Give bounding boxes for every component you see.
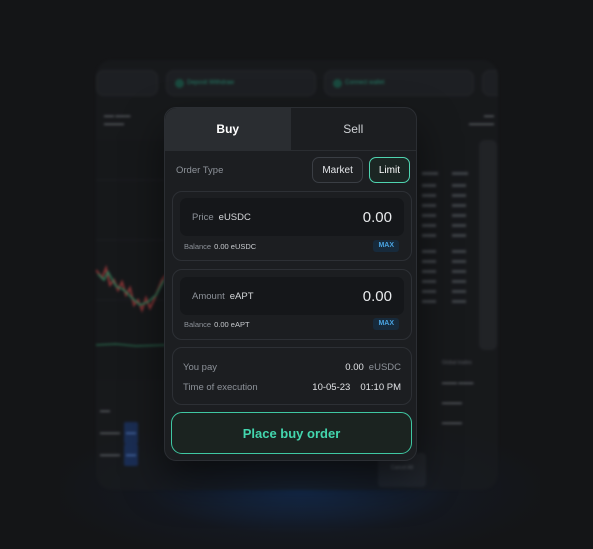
execution-date: 10-05-23 <box>312 381 351 393</box>
you-pay-unit: eUSDC <box>368 361 401 373</box>
market-button[interactable]: Market <box>312 157 363 183</box>
market-selector <box>96 70 158 96</box>
order-type-label: Order Type <box>176 164 224 176</box>
amount-balance: Balance 0.00 eAPT <box>184 320 250 329</box>
place-buy-order-button[interactable]: Place buy order <box>171 412 412 454</box>
menu-button <box>482 70 498 96</box>
connect-icon <box>333 79 342 88</box>
price-box: Price eUSDC 0.00 Balance 0.00 eUSDC MAX <box>172 191 412 261</box>
global-trades-label: Global trades <box>442 360 472 366</box>
tab-buy[interactable]: Buy <box>165 108 291 150</box>
wallet-icon <box>175 79 184 88</box>
you-pay-label: You pay <box>183 361 217 373</box>
background-stats-right: ▬▬ ▬▬▬▬▬ <box>469 113 494 127</box>
background-sidebar <box>479 140 497 350</box>
price-max-button[interactable]: MAX <box>373 240 399 252</box>
you-pay-row: You pay 0.00 eUSDC <box>183 360 401 374</box>
amount-box: Amount eAPT 0.00 Balance 0.00 eAPT MAX <box>172 269 412 340</box>
amount-input[interactable]: Amount eAPT 0.00 <box>180 277 404 315</box>
price-balance-label: Balance <box>184 242 212 251</box>
connect-label: Connect wallet <box>345 80 385 86</box>
trade-row: ▬▬▬ ▬▬▬ <box>442 380 474 386</box>
background-global-trades: Global trades ▬▬▬ ▬▬▬ ▬▬▬▬ ▬▬▬▬ <box>436 360 498 440</box>
you-pay-value: 0.00 <box>345 361 364 373</box>
execution-time-row: Time of execution 10-05-23 01:10 PM <box>183 380 401 394</box>
amount-balance-label: Balance <box>184 320 212 329</box>
order-type-row: Order Type Market Limit <box>176 157 410 183</box>
connect-wallet-button: Connect wallet <box>324 70 474 96</box>
background-stats: ▬▬ ▬▬▬ ▬▬▬▬ <box>104 113 131 127</box>
trade-row: ▬▬▬▬ <box>442 420 462 426</box>
amount-balance-value: 0.00 eAPT <box>214 320 250 329</box>
price-balance-value: 0.00 eUSDC <box>214 242 257 251</box>
order-panel: Buy Sell Order Type Market Limit Price e… <box>164 107 417 461</box>
tab-sell[interactable]: Sell <box>291 108 417 150</box>
amount-max-button[interactable]: MAX <box>373 318 399 330</box>
trade-row: ▬▬▬▬ <box>442 400 462 406</box>
deposit-label: Deposit Withdraw <box>187 80 235 86</box>
background-orders: ▬▬ ▬▬▬▬ ▬▬ ▬▬▬▬ ▬▬ <box>96 400 138 466</box>
price-balance: Balance 0.00 eUSDC <box>184 242 256 251</box>
amount-label: Amount <box>192 290 225 302</box>
price-unit: eUSDC <box>218 211 251 223</box>
limit-button[interactable]: Limit <box>368 157 410 183</box>
background-candle-chart <box>96 140 166 380</box>
amount-unit: eAPT <box>229 290 254 302</box>
side-tabs: Buy Sell <box>165 108 416 151</box>
amount-value[interactable]: 0.00 <box>363 288 392 305</box>
execution-time-label: Time of execution <box>183 381 258 393</box>
price-label: Price <box>192 211 214 223</box>
deposit-withdraw-button: Deposit Withdraw <box>166 70 316 96</box>
background-topbar: Deposit Withdraw Connect wallet <box>96 70 498 98</box>
price-value[interactable]: 0.00 <box>363 209 392 226</box>
order-summary: You pay 0.00 eUSDC Time of execution 10-… <box>172 347 412 405</box>
execution-clock: 01:10 PM <box>360 381 401 393</box>
price-input[interactable]: Price eUSDC 0.00 <box>180 198 404 236</box>
